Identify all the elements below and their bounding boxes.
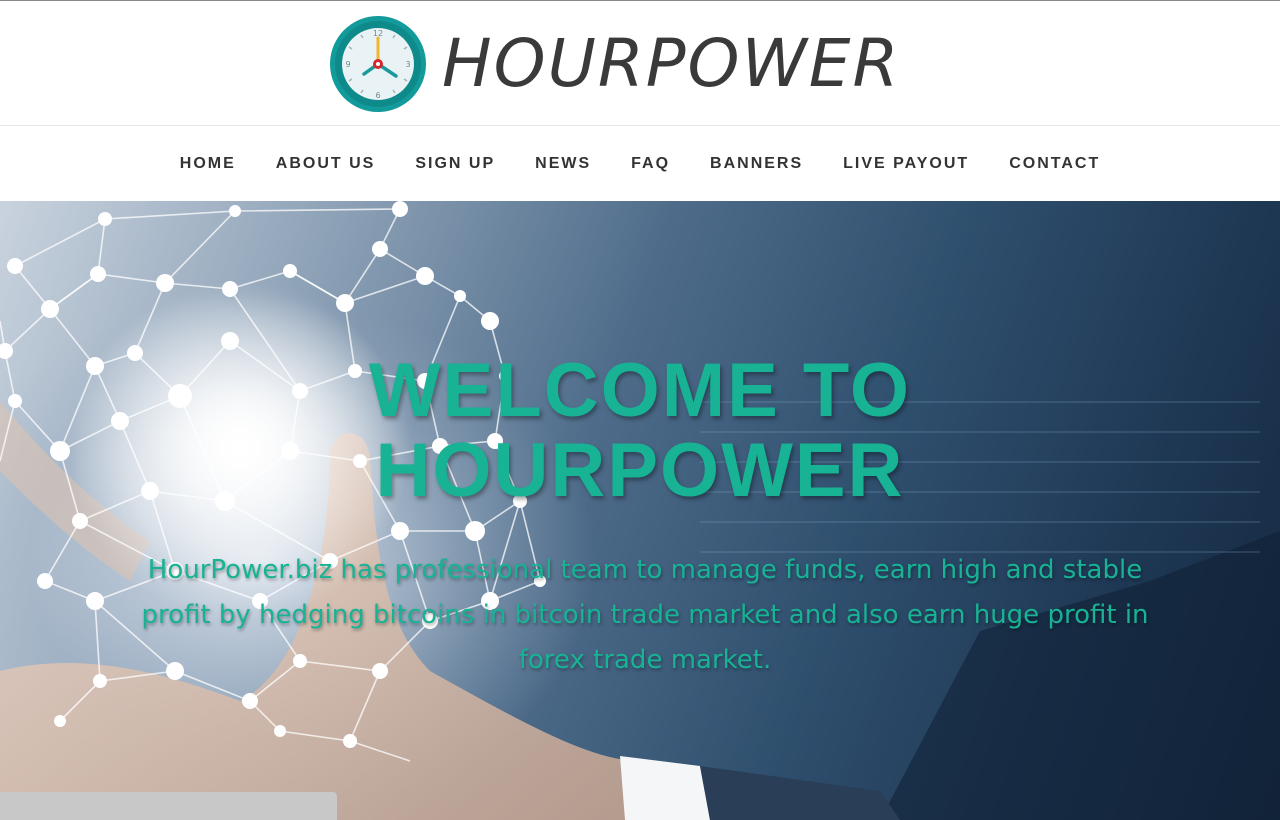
nav-live-payout[interactable]: LIVE PAYOUT	[843, 155, 969, 173]
main-nav: HOME ABOUT US SIGN UP NEWS FAQ BANNERS L…	[0, 126, 1280, 201]
svg-text:3: 3	[405, 60, 410, 69]
nav-faq[interactable]: FAQ	[631, 155, 670, 173]
hero-title: WELCOME TO HOURPOWER	[0, 351, 1280, 511]
clock-icon: 12 3 6 9	[330, 16, 426, 112]
site-header: 12 3 6 9 HOURPOWER	[0, 1, 1280, 125]
bottom-widget-box[interactable]	[0, 792, 337, 820]
svg-text:9: 9	[345, 60, 350, 69]
logo-text: HOURPOWER	[442, 25, 901, 102]
nav-sign-up[interactable]: SIGN UP	[415, 155, 495, 173]
nav-home[interactable]: HOME	[180, 155, 236, 173]
nav-banners[interactable]: BANNERS	[710, 155, 803, 173]
hero-title-line-2: HOURPOWER	[375, 428, 905, 513]
nav-news[interactable]: NEWS	[535, 155, 591, 173]
site-logo[interactable]: 12 3 6 9 HOURPOWER	[328, 13, 948, 115]
hero-description: HourPower.biz has professional team to m…	[141, 555, 1149, 675]
hero-title-line-1: WELCOME TO	[368, 348, 912, 433]
nav-contact[interactable]: CONTACT	[1009, 155, 1100, 173]
hero-banner: WELCOME TO HOURPOWER HourPower.biz has p…	[0, 201, 1280, 820]
nav-about-us[interactable]: ABOUT US	[276, 155, 376, 173]
svg-text:6: 6	[375, 91, 380, 100]
